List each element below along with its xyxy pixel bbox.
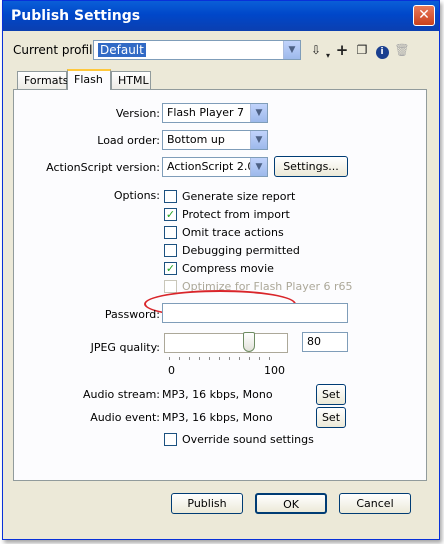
slider-tick xyxy=(189,357,190,360)
close-icon: ✕ xyxy=(418,7,430,23)
option-label: Debugging permitted xyxy=(182,243,300,257)
tab-formats-label: Formats xyxy=(24,74,69,87)
tab-html[interactable]: HTML xyxy=(111,71,151,89)
checkbox-protect-from-import[interactable]: ✓ xyxy=(164,207,177,221)
chevron-down-icon[interactable]: ▼ xyxy=(283,41,300,59)
load-order-select[interactable]: Bottom up ▼ xyxy=(162,130,268,150)
chevron-down-icon[interactable]: ▼ xyxy=(250,158,267,176)
info-icon[interactable]: i xyxy=(373,41,391,59)
checkbox-override-sound-settings[interactable] xyxy=(164,432,177,446)
cancel-button[interactable]: Cancel xyxy=(339,493,411,514)
profile-row: Current profile: Default ▼ ⇩ ▾ + ❐ i 🗑 xyxy=(13,39,433,63)
load-order-label: Load order: xyxy=(97,134,160,147)
tab-html-label: HTML xyxy=(118,74,149,87)
jpeg-min-label: 0 xyxy=(168,364,175,377)
close-button[interactable]: ✕ xyxy=(413,5,435,26)
jpeg-quality-input[interactable]: 80 xyxy=(302,332,348,352)
slider-tick xyxy=(229,357,230,360)
slider-tick xyxy=(219,357,220,360)
current-profile-label: Current profile: xyxy=(13,43,104,57)
option-label: Compress movie xyxy=(182,261,274,275)
load-order-value: Bottom up xyxy=(167,133,225,146)
check-icon: ✓ xyxy=(165,207,176,221)
title-bar[interactable]: Publish Settings ✕ xyxy=(3,1,439,31)
option-generate-size-report[interactable]: Generate size report xyxy=(164,188,295,204)
jpeg-quality-label: JPEG quality: xyxy=(90,341,160,354)
actionscript-settings-button[interactable]: Settings... xyxy=(274,156,348,177)
option-optimize-flash-player-6: Optimize for Flash Player 6 r65 xyxy=(164,278,353,294)
publish-button[interactable]: Publish xyxy=(171,493,243,514)
publish-settings-dialog: Publish Settings ✕ Current profile: Defa… xyxy=(2,0,440,540)
slider-tick xyxy=(209,357,210,360)
checkbox-debugging-permitted[interactable] xyxy=(164,243,177,257)
slider-tick xyxy=(179,357,180,360)
option-override-sound-settings[interactable]: Override sound settings xyxy=(164,431,314,447)
add-profile-icon[interactable]: + xyxy=(333,41,351,59)
option-debugging-permitted[interactable]: Debugging permitted xyxy=(164,242,300,258)
duplicate-profile-icon[interactable]: ❐ xyxy=(353,41,371,59)
password-label: Password: xyxy=(104,308,160,321)
check-icon: ✓ xyxy=(165,261,176,275)
chevron-down-icon[interactable]: ▼ xyxy=(250,104,267,122)
slider-tick xyxy=(239,357,240,360)
audio-stream-value: MP3, 16 kbps, Mono xyxy=(162,388,273,401)
audio-event-value: MP3, 16 kbps, Mono xyxy=(162,411,273,424)
tab-flash-label: Flash xyxy=(74,73,103,86)
actionscript-version-value: ActionScript 2.0 xyxy=(167,160,255,173)
option-omit-trace-actions[interactable]: Omit trace actions xyxy=(164,224,284,240)
option-label: Generate size report xyxy=(182,189,296,203)
audio-stream-set-button[interactable]: Set xyxy=(316,384,346,405)
slider-tick xyxy=(169,357,170,360)
jpeg-quality-slider-track[interactable] xyxy=(164,333,288,353)
option-protect-from-import[interactable]: ✓ Protect from import xyxy=(164,206,290,222)
actionscript-version-select[interactable]: ActionScript 2.0 ▼ xyxy=(162,157,268,177)
option-label: Protect from import xyxy=(182,207,290,221)
audio-event-label: Audio event: xyxy=(90,411,160,424)
ok-button[interactable]: OK xyxy=(255,493,327,514)
actionscript-version-label: ActionScript version: xyxy=(46,161,160,174)
slider-tick xyxy=(269,357,270,360)
audio-event-set-button[interactable]: Set xyxy=(316,407,346,428)
version-value: Flash Player 7 xyxy=(167,106,245,119)
slider-tick xyxy=(199,357,200,360)
slider-tick xyxy=(259,357,260,360)
checkbox-optimize-flash-player-6 xyxy=(164,279,177,293)
checkbox-generate-size-report[interactable] xyxy=(164,189,177,203)
tab-formats[interactable]: Formats xyxy=(17,71,69,89)
option-compress-movie[interactable]: ✓ Compress movie xyxy=(164,260,274,276)
option-label: Optimize for Flash Player 6 r65 xyxy=(182,279,353,293)
tab-flash[interactable]: Flash xyxy=(67,69,111,90)
checkbox-compress-movie[interactable]: ✓ xyxy=(164,261,177,275)
profile-value: Default xyxy=(98,43,146,57)
option-label: Omit trace actions xyxy=(182,225,284,239)
version-label: Version: xyxy=(115,107,160,120)
checkbox-omit-trace-actions[interactable] xyxy=(164,225,177,239)
options-label: Options: xyxy=(113,189,160,202)
chevron-down-icon[interactable]: ▼ xyxy=(250,131,267,149)
jpeg-max-label: 100 xyxy=(264,364,285,377)
audio-stream-label: Audio stream: xyxy=(82,388,160,401)
password-input[interactable] xyxy=(162,303,348,323)
slider-tick xyxy=(249,357,250,360)
jpeg-quality-slider-handle[interactable] xyxy=(243,332,255,352)
window-title: Publish Settings xyxy=(11,8,141,24)
delete-profile-icon[interactable]: 🗑 xyxy=(393,41,411,59)
flash-tab-panel: Version: Flash Player 7 ▼ Load order: Bo… xyxy=(13,89,427,481)
option-label: Override sound settings xyxy=(182,432,314,446)
version-select[interactable]: Flash Player 7 ▼ xyxy=(162,103,268,123)
profile-select[interactable]: Default ▼ xyxy=(93,40,301,60)
